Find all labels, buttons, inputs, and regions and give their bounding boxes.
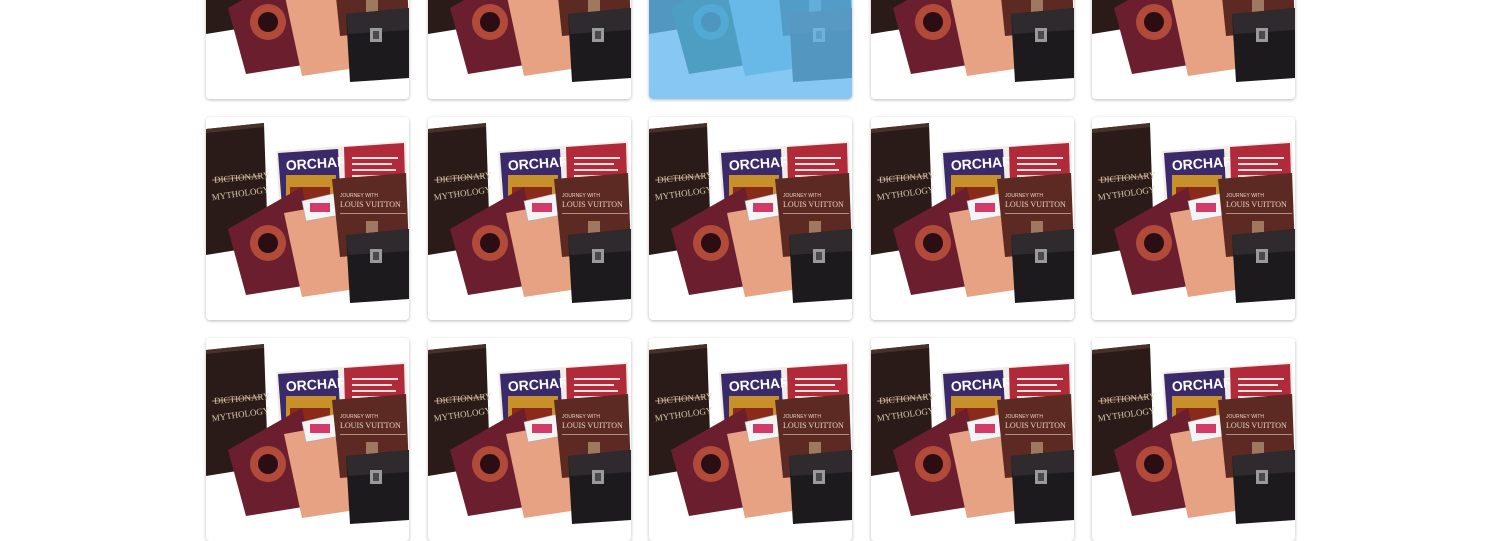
product-image: DICTIONARY MYTHOLOGY ORCHARD JOURNEY WIT… — [1092, 117, 1295, 320]
product-image: DICTIONARY MYTHOLOGY ORCHARD JOURNEY WIT… — [870, 117, 1074, 320]
product-image: DICTIONARY MYTHOLOGY ORCHARD JOURNEY WIT… — [649, 338, 852, 541]
product-tile[interactable]: DICTIONARY MYTHOLOGY ORCHARD JOURNEY WIT… — [206, 117, 409, 320]
folder-line1: JOURNEY WITH — [783, 193, 821, 199]
product-tile[interactable]: DICTIONARY MYTHOLOGY ORCHARD JOURNEY WIT… — [649, 338, 852, 541]
product-image: DICTIONARY MYTHOLOGY ORCHARD JOURNEY WIT… — [427, 0, 631, 99]
product-tile[interactable]: DICTIONARY MYTHOLOGY ORCHARD JOURNEY WIT… — [206, 338, 409, 541]
product-tile[interactable]: DICTIONARY MYTHOLOGY ORCHARD JOURNEY WIT… — [427, 0, 631, 99]
folder-line1: JOURNEY WITH — [1226, 193, 1264, 199]
product-tile[interactable]: DICTIONARY MYTHOLOGY ORCHARD JOURNEY WIT… — [870, 0, 1074, 99]
folder-brand: LOUIS VUITTON — [562, 421, 623, 430]
product-tile[interactable]: DICTIONARY MYTHOLOGY ORCHARD JOURNEY WIT… — [1092, 0, 1295, 99]
product-image: DICTIONARY MYTHOLOGY ORCHARD JOURNEY WIT… — [206, 117, 409, 320]
product-image: DICTIONARY MYTHOLOGY ORCHARD JOURNEY WIT… — [427, 338, 631, 541]
product-tile[interactable]: DICTIONARY MYTHOLOGY ORCHARD JOURNEY WIT… — [427, 117, 631, 320]
product-tile[interactable]: DICTIONARY MYTHOLOGY ORCHARD JOURNEY WIT… — [649, 0, 852, 99]
folder-line1: JOURNEY WITH — [340, 414, 378, 420]
folder-line1: JOURNEY WITH — [1005, 193, 1043, 199]
folder-brand: LOUIS VUITTON — [340, 200, 401, 209]
folder-brand: LOUIS VUITTON — [562, 200, 623, 209]
portfolio-grid: DICTIONARY MYTHOLOGY ORCHARD JOURNEY WIT… — [206, 0, 1295, 541]
folder-line1: JOURNEY WITH — [1226, 414, 1264, 420]
folder-brand: LOUIS VUITTON — [1226, 200, 1287, 209]
product-image: DICTIONARY MYTHOLOGY ORCHARD JOURNEY WIT… — [427, 117, 631, 320]
folder-line1: JOURNEY WITH — [562, 414, 600, 420]
product-image: DICTIONARY MYTHOLOGY ORCHARD JOURNEY WIT… — [870, 338, 1074, 541]
folder-line1: JOURNEY WITH — [340, 193, 378, 199]
product-image: DICTIONARY MYTHOLOGY ORCHARD JOURNEY WIT… — [1092, 0, 1295, 99]
folder-brand: LOUIS VUITTON — [783, 421, 844, 430]
product-tile[interactable]: DICTIONARY MYTHOLOGY ORCHARD JOURNEY WIT… — [870, 338, 1074, 541]
product-image: DICTIONARY MYTHOLOGY ORCHARD JOURNEY WIT… — [1092, 338, 1295, 541]
product-tile[interactable]: DICTIONARY MYTHOLOGY ORCHARD JOURNEY WIT… — [206, 0, 409, 99]
product-tile[interactable]: DICTIONARY MYTHOLOGY ORCHARD JOURNEY WIT… — [649, 117, 852, 320]
product-image: DICTIONARY MYTHOLOGY ORCHARD JOURNEY WIT… — [206, 338, 409, 541]
product-image: DICTIONARY MYTHOLOGY ORCHARD JOURNEY WIT… — [870, 0, 1074, 99]
product-tile[interactable]: DICTIONARY MYTHOLOGY ORCHARD JOURNEY WIT… — [1092, 338, 1295, 541]
folder-line1: JOURNEY WITH — [562, 193, 600, 199]
folder-brand: LOUIS VUITTON — [1226, 421, 1287, 430]
product-image: DICTIONARY MYTHOLOGY ORCHARD JOURNEY WIT… — [649, 117, 852, 320]
product-image: DICTIONARY MYTHOLOGY ORCHARD JOURNEY WIT… — [206, 0, 409, 99]
product-tile[interactable]: DICTIONARY MYTHOLOGY ORCHARD JOURNEY WIT… — [870, 117, 1074, 320]
folder-line1: JOURNEY WITH — [1005, 414, 1043, 420]
folder-line1: JOURNEY WITH — [783, 414, 821, 420]
folder-brand: LOUIS VUITTON — [1005, 200, 1066, 209]
folder-brand: LOUIS VUITTON — [340, 421, 401, 430]
hover-overlay — [649, 0, 852, 99]
product-name-label: Product Name — [649, 0, 852, 6]
product-tile[interactable]: DICTIONARY MYTHOLOGY ORCHARD JOURNEY WIT… — [427, 338, 631, 541]
folder-brand: LOUIS VUITTON — [1005, 421, 1066, 430]
product-tile[interactable]: DICTIONARY MYTHOLOGY ORCHARD JOURNEY WIT… — [1092, 117, 1295, 320]
folder-brand: LOUIS VUITTON — [783, 200, 844, 209]
